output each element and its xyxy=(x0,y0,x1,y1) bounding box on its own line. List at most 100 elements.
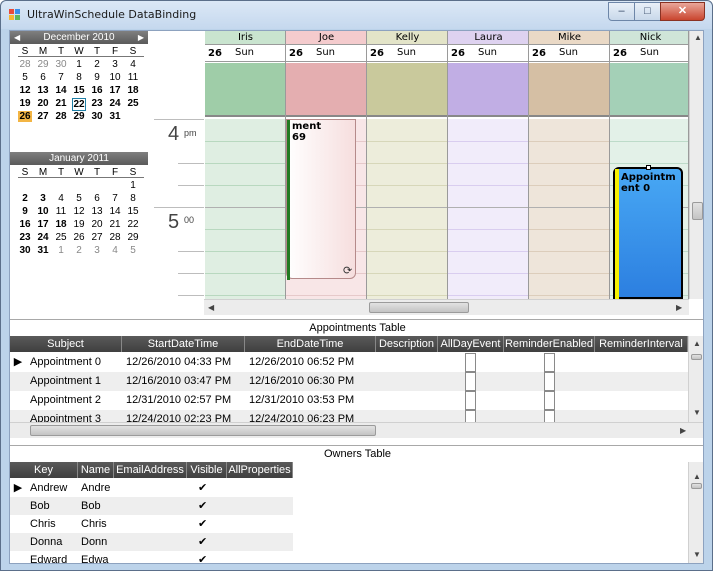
cell-key[interactable]: Donna xyxy=(30,533,78,552)
calendar-day[interactable]: 7 xyxy=(54,72,68,83)
cell-key[interactable]: Bob xyxy=(30,497,78,516)
cell-subject[interactable]: Appointment 1 xyxy=(30,372,122,391)
calendar-day[interactable]: 20 xyxy=(90,219,104,230)
visible-checkbox[interactable]: ✔ xyxy=(198,479,207,498)
column-header[interactable]: EndDateTime xyxy=(245,336,376,352)
calendar-day[interactable]: 3 xyxy=(108,59,122,70)
calendar-day[interactable]: 24 xyxy=(36,232,50,243)
owner-column-joe[interactable]: Joe 26 Sun ment 69 ⟳ xyxy=(286,31,367,299)
calendar-day[interactable]: 14 xyxy=(108,206,122,217)
time-slot-area[interactable]: Appointm ent 0 xyxy=(610,119,688,299)
all-day-area[interactable] xyxy=(367,63,447,117)
all-day-checkbox[interactable] xyxy=(465,372,476,391)
calendar-day[interactable]: 28 xyxy=(18,59,32,70)
calendar-day[interactable]: 20 xyxy=(36,98,50,109)
all-day-area[interactable] xyxy=(448,63,528,117)
calendar-day[interactable]: 16 xyxy=(18,219,32,230)
column-header[interactable]: ReminderInterval xyxy=(595,336,688,352)
calendar-day[interactable]: 17 xyxy=(108,85,122,96)
reminder-enabled-checkbox[interactable] xyxy=(544,353,555,372)
scroll-thumb[interactable] xyxy=(369,302,469,313)
resize-handle[interactable] xyxy=(646,165,651,170)
cell-start[interactable]: 12/31/2010 02:57 PM xyxy=(126,391,245,410)
calendar-day[interactable]: 13 xyxy=(36,85,50,96)
calendar-day[interactable]: 10 xyxy=(108,72,122,83)
calendar-day[interactable]: 30 xyxy=(90,111,104,122)
all-day-area[interactable] xyxy=(610,63,688,117)
time-slot-area[interactable] xyxy=(529,119,609,299)
calendar-day[interactable]: 3 xyxy=(90,245,104,256)
calendar-day[interactable]: 21 xyxy=(54,98,68,109)
calendar-day[interactable]: 27 xyxy=(90,232,104,243)
cell-name[interactable]: Donn xyxy=(81,533,114,552)
visible-checkbox[interactable]: ✔ xyxy=(198,533,207,552)
calendar-day[interactable]: 15 xyxy=(126,206,140,217)
scroll-up-icon[interactable]: ▲ xyxy=(693,472,701,481)
table-row[interactable]: Appointment 1 12/16/2010 03:47 PM 12/16/20… xyxy=(10,372,688,391)
calendar-day[interactable]: 1 xyxy=(54,245,68,256)
calendar-day[interactable]: 16 xyxy=(90,85,104,96)
time-slot-area[interactable] xyxy=(205,119,285,299)
calendar-day[interactable]: 8 xyxy=(126,193,140,204)
calendar-day[interactable]: 9 xyxy=(90,72,104,83)
calendar-day[interactable]: 5 xyxy=(126,245,140,256)
calendar-day[interactable]: 27 xyxy=(36,111,50,122)
cell-start[interactable]: 12/16/2010 03:47 PM xyxy=(126,372,245,391)
scroll-down-icon[interactable]: ▼ xyxy=(693,550,701,559)
visible-checkbox[interactable]: ✔ xyxy=(198,497,207,516)
appointment-block-selected[interactable]: Appointm ent 0 xyxy=(613,165,683,299)
owner-column-mike[interactable]: Mike 26 Sun xyxy=(529,31,610,299)
table-row[interactable]: Appointment 2 12/31/2010 02:57 PM 12/31/20… xyxy=(10,391,688,410)
calendar-day[interactable]: 23 xyxy=(90,98,104,109)
column-header[interactable]: AllProperties xyxy=(227,462,293,478)
calendar-day[interactable]: 8 xyxy=(72,72,86,83)
day-header[interactable]: 26 Sun xyxy=(610,45,688,62)
appointment-block[interactable]: ment 69 ⟳ xyxy=(286,119,356,280)
calendar-day[interactable]: 22 xyxy=(126,219,140,230)
cell-key[interactable]: Chris xyxy=(30,515,78,534)
calendar-day[interactable]: 19 xyxy=(72,219,86,230)
calendar-day[interactable]: 29 xyxy=(72,111,86,122)
calendar-day[interactable]: 12 xyxy=(72,206,86,217)
scroll-down-icon[interactable]: ▼ xyxy=(693,408,701,417)
calendar-day[interactable]: 18 xyxy=(54,219,68,230)
owner-column-nick[interactable]: Nick 26 Sun Appointm ent 0 xyxy=(610,31,689,299)
calendar-day[interactable]: 10 xyxy=(36,206,50,217)
calendar-day[interactable]: 25 xyxy=(54,232,68,243)
calendar-day[interactable]: 17 xyxy=(36,219,50,230)
prev-month-arrow-icon[interactable]: ◀ xyxy=(14,31,20,44)
calendar-day[interactable]: 13 xyxy=(90,206,104,217)
calendar-day[interactable]: 30 xyxy=(18,245,32,256)
calendar-day[interactable]: 4 xyxy=(126,59,140,70)
visible-checkbox[interactable]: ✔ xyxy=(198,515,207,534)
scroll-up-icon[interactable]: ▲ xyxy=(693,339,701,348)
scroll-up-icon[interactable]: ▲ xyxy=(694,33,702,42)
all-day-area[interactable] xyxy=(205,63,285,117)
appointments-horizontal-scrollbar[interactable]: ▶ xyxy=(10,422,703,438)
calendar-day[interactable]: 14 xyxy=(54,85,68,96)
calendar-day[interactable]: 4 xyxy=(108,245,122,256)
cell-name[interactable]: Bob xyxy=(81,497,114,516)
table-row[interactable]: Donna Donn ✔ xyxy=(10,533,293,551)
calendar-day[interactable]: 26 xyxy=(18,111,32,122)
minimize-button[interactable]: – xyxy=(608,2,635,21)
column-header[interactable]: EmailAddress xyxy=(114,462,187,478)
calendar-day[interactable]: 29 xyxy=(126,232,140,243)
time-slot-area[interactable] xyxy=(448,119,528,299)
table-row[interactable]: Bob Bob ✔ xyxy=(10,497,293,515)
scroll-thumb[interactable] xyxy=(691,354,702,360)
owner-column-iris[interactable]: Iris 26 Sun xyxy=(205,31,286,299)
cell-end[interactable]: 12/26/2010 06:52 PM xyxy=(249,353,376,372)
calendar-day[interactable]: 4 xyxy=(54,193,68,204)
calendar-day[interactable]: 18 xyxy=(126,85,140,96)
calendar-day[interactable]: 11 xyxy=(54,206,68,217)
day-header[interactable]: 26 Sun xyxy=(205,45,285,62)
all-day-area[interactable] xyxy=(286,63,366,117)
calendar-day[interactable]: 1 xyxy=(72,59,86,70)
cell-subject[interactable]: Appointment 2 xyxy=(30,391,122,410)
day-header[interactable]: 26 Sun xyxy=(529,45,609,62)
scroll-right-icon[interactable]: ▶ xyxy=(680,426,686,435)
table-row[interactable]: ▶ Appointment 0 12/26/2010 04:33 PM 12/26/2… xyxy=(10,353,688,372)
calendar-day[interactable]: 15 xyxy=(72,85,86,96)
scroll-right-icon[interactable]: ▶ xyxy=(676,303,682,312)
